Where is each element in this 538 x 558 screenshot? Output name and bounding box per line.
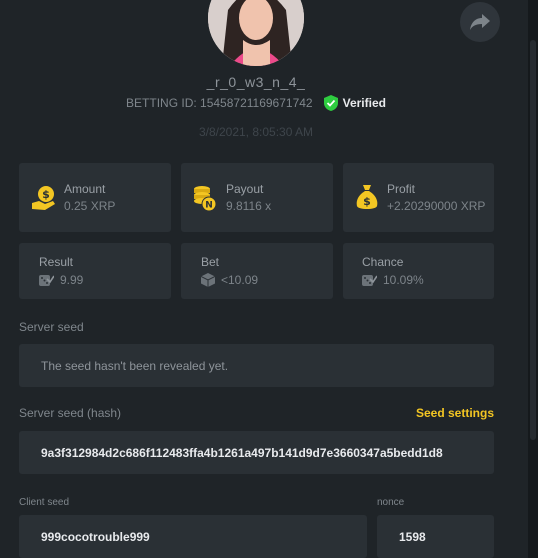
svg-text:N: N [205,201,213,211]
payout-value: 9.8116 x [226,199,272,213]
chance-card: Chance 10.09% [343,243,494,299]
payout-label: Payout [226,182,264,196]
server-seed-hash-label: Server seed (hash) [19,406,122,420]
result-value: 9.99 [60,273,84,287]
bet-card: Bet <10.09 [181,243,333,299]
betting-id: BETTING ID: 15458721169671742 [126,96,313,110]
money-hand-icon: $ [32,186,55,210]
verified-label: Verified [342,96,386,110]
amount-value: 0.25 XRP [64,199,116,213]
amount-card: $ Amount 0.25 XRP [19,163,171,232]
nonce-label: nonce [377,497,405,508]
result-label: Result [39,255,74,269]
bet-label: Bet [201,255,220,269]
profit-value: +2.20290000 XRP [387,199,486,213]
bet-value: <10.09 [221,273,259,287]
betting-info-row: BETTING ID: 15458721169671742 Verified [0,95,512,111]
scrollbar-thumb[interactable] [530,40,536,440]
dice-icon [39,275,54,286]
chance-label: Chance [362,255,404,269]
scrollbar-track[interactable] [528,0,538,558]
chance-value-row: 10.09% [362,273,424,287]
share-button[interactable] [460,2,500,42]
dice-icon [362,275,377,286]
avatar [208,0,304,66]
payout-card: N Payout 9.8116 x [181,163,333,232]
svg-text:$: $ [363,195,371,208]
share-icon [470,14,490,30]
chance-value: 10.09% [383,273,424,287]
bet-date: 3/8/2021, 8:05:30 AM [198,125,314,139]
nonce-field[interactable]: 1598 [377,515,494,558]
username: _r_0_w3_n_4_ [206,74,306,90]
result-value-row: 9.99 [39,273,83,287]
bet-value-row: <10.09 [201,273,258,287]
verified-check-icon [323,95,338,111]
coin-stack-icon: N [194,186,217,211]
server-seed-field[interactable]: The seed hasn't been revealed yet. [19,344,494,387]
profit-label: Profit [387,182,416,196]
money-bag-icon: $ [356,185,378,209]
box-icon [201,273,215,287]
result-card: Result 9.99 [19,243,171,299]
verified-badge: Verified [323,95,386,111]
client-seed-label: Client seed [19,497,70,508]
seed-settings-link[interactable]: Seed settings [416,406,494,420]
amount-label: Amount [64,182,106,196]
client-seed-field[interactable]: 999cocotrouble999 [19,515,367,558]
svg-text:$: $ [42,188,50,201]
server-seed-label: Server seed [19,320,84,334]
profit-card: $ Profit +2.20290000 XRP [343,163,494,232]
server-seed-hash-field[interactable]: 9a3f312984d2c686f112483ffa4b1261a497b141… [19,431,494,474]
